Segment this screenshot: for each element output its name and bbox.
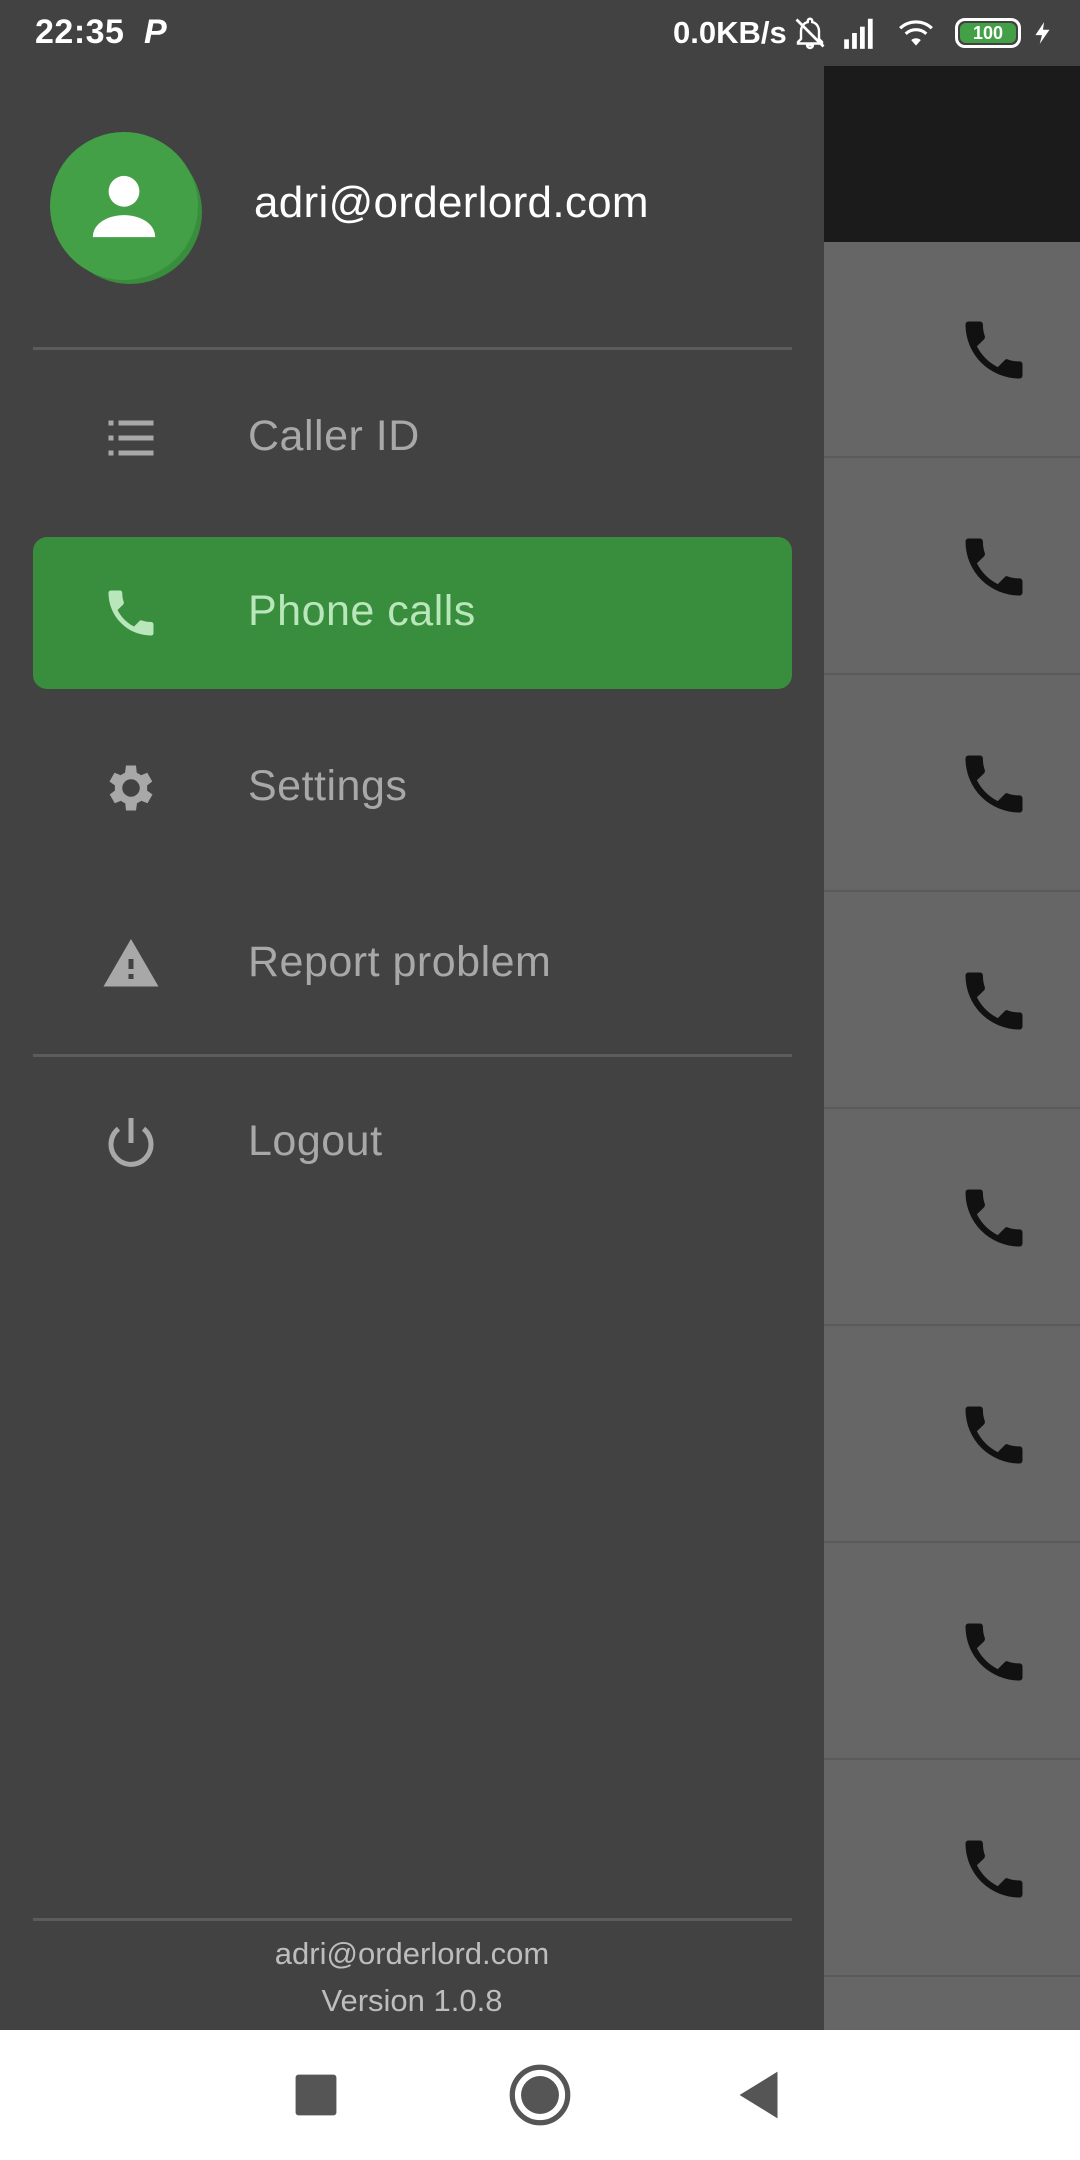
battery-icon: 100 <box>955 18 1021 48</box>
phone-icon <box>965 1189 1023 1247</box>
account-email: adri@orderlord.com <box>254 178 649 227</box>
background-call-row <box>824 242 1080 458</box>
background-call-row <box>824 893 1080 1109</box>
menu-item-report-problem[interactable]: Report problem <box>33 888 792 1040</box>
back-button[interactable] <box>725 2060 795 2130</box>
recents-button[interactable] <box>281 2060 351 2130</box>
menu-label-caller-id: Caller ID <box>248 412 420 460</box>
wifi-icon <box>899 20 933 46</box>
phone-icon <box>965 321 1023 379</box>
menu-label-logout: Logout <box>248 1117 383 1165</box>
battery-level: 100 <box>960 23 1016 43</box>
navigation-drawer: adri@orderlord.com Caller ID Phone calls… <box>0 66 824 2030</box>
menu-label-settings: Settings <box>248 762 408 810</box>
menu-divider <box>33 1054 792 1057</box>
header-divider <box>33 347 792 350</box>
footer-version: Version 1.0.8 <box>321 1983 503 2018</box>
system-nav-bar <box>0 2030 1080 2160</box>
warning-icon <box>103 939 159 987</box>
background-call-row <box>824 676 1080 892</box>
phone-icon <box>965 1406 1023 1464</box>
phone-icon <box>965 972 1023 1030</box>
background-app-bar <box>824 66 1080 242</box>
menu-item-phone-calls[interactable]: Phone calls <box>33 537 792 689</box>
background-call-row <box>824 1327 1080 1543</box>
menu-item-caller-id[interactable]: Caller ID <box>33 362 792 514</box>
menu-item-logout[interactable]: Logout <box>33 1067 792 1219</box>
status-bar: 22:35 P 0.0KB/s 100 <box>0 0 1080 66</box>
mute-icon <box>795 17 825 50</box>
menu-label-report-problem: Report problem <box>248 938 552 986</box>
list-icon <box>108 420 154 456</box>
home-button[interactable] <box>505 2060 575 2130</box>
background-call-row <box>824 1761 1080 1977</box>
menu-item-settings[interactable]: Settings <box>33 712 792 864</box>
background-call-row <box>824 1544 1080 1760</box>
network-speed: 0.0KB/s <box>673 15 787 50</box>
phone-icon <box>108 590 154 636</box>
app-notification-icon: P <box>144 13 167 51</box>
footer-email: adri@orderlord.com <box>274 1936 550 1971</box>
gear-icon <box>109 765 153 811</box>
charging-icon <box>1035 22 1050 44</box>
phone-icon <box>965 1623 1023 1681</box>
avatar[interactable] <box>50 132 198 280</box>
signal-icon <box>844 18 873 49</box>
power-icon <box>108 1118 154 1167</box>
background-call-list <box>824 66 1080 2030</box>
menu-label-phone-calls: Phone calls <box>248 587 476 635</box>
phone-icon <box>965 755 1023 813</box>
background-call-row <box>824 459 1080 675</box>
phone-icon <box>965 538 1023 596</box>
footer-divider <box>33 1918 792 1921</box>
status-time: 22:35 <box>35 13 125 51</box>
phone-icon <box>965 1840 1023 1898</box>
person-icon <box>92 175 156 238</box>
background-call-row <box>824 1110 1080 1326</box>
